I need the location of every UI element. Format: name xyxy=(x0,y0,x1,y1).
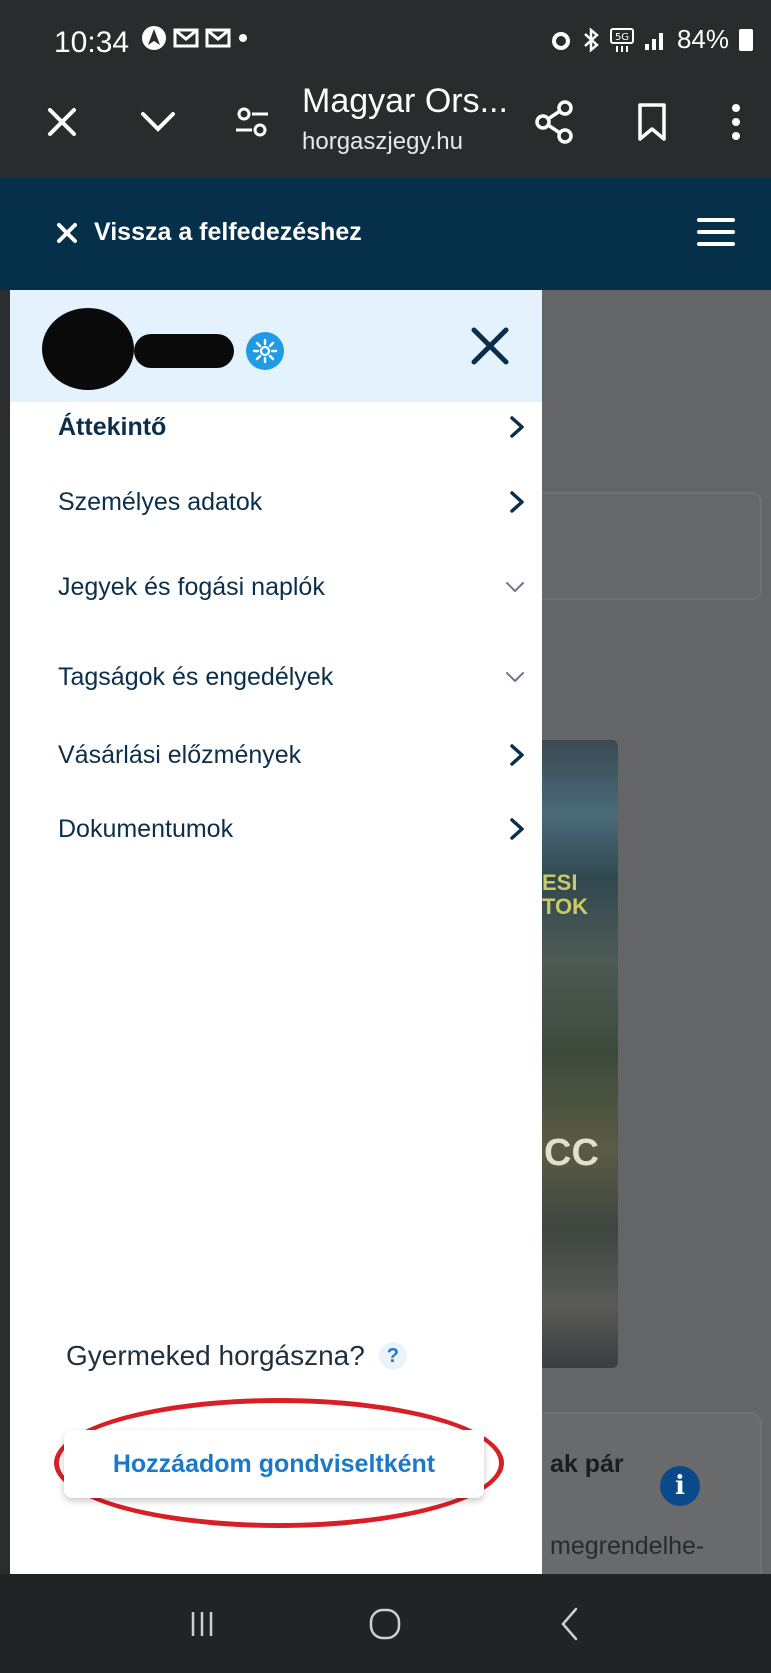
menu-item[interactable]: Dokumentumok xyxy=(58,812,526,846)
status-time: 10:34 xyxy=(54,26,130,59)
user-name-redacted xyxy=(134,334,234,368)
battery-percent: 84% xyxy=(676,24,729,54)
signal-icon xyxy=(644,32,663,50)
menu-item[interactable]: Áttekintő xyxy=(58,410,526,444)
menu-item-label: Személyes adatok xyxy=(58,487,263,516)
status-notification-icons xyxy=(140,24,250,52)
magazine-text: CC xyxy=(544,1132,599,1174)
page-title: Magyar Ors... xyxy=(302,82,508,120)
site-settings-icon[interactable] xyxy=(230,100,274,144)
magazine-text: ESI xyxy=(542,870,578,895)
child-fishing-question: Gyermeked horgászna? ? xyxy=(66,1340,407,1372)
status-system-icons: 5G 84% xyxy=(549,24,753,55)
system-navigation-bar xyxy=(0,1574,771,1673)
menu-item[interactable]: Jegyek és fogási naplók xyxy=(58,570,526,604)
chevron-down-icon xyxy=(506,672,524,682)
drawer-header xyxy=(10,290,542,402)
chevron-right-icon xyxy=(510,818,524,840)
chevron-right-icon xyxy=(510,491,524,513)
question-text: Gyermeked horgászna? xyxy=(66,1340,365,1371)
gmail-icon xyxy=(173,28,199,48)
minimize-tab-icon[interactable] xyxy=(136,100,180,144)
chevron-right-icon xyxy=(510,744,524,766)
gmail-icon xyxy=(205,28,231,48)
back-icon[interactable] xyxy=(544,1599,594,1649)
menu-item-label: Dokumentumok xyxy=(58,814,234,843)
dot-icon xyxy=(239,34,247,42)
5g-icon: 5G xyxy=(609,27,634,52)
more-options-icon[interactable] xyxy=(716,98,756,146)
alarm-icon xyxy=(551,31,570,50)
hamburger-menu-icon[interactable] xyxy=(697,218,735,246)
close-drawer-icon[interactable] xyxy=(464,320,516,372)
dimmed-background-page[interactable]: ESI TOK CC xyxy=(542,290,771,1574)
magazine-text: TOK xyxy=(542,894,589,919)
close-icon xyxy=(57,222,77,243)
share-icon[interactable] xyxy=(530,98,578,146)
background-card xyxy=(542,492,762,600)
help-icon[interactable]: ? xyxy=(378,1342,407,1370)
gear-icon[interactable] xyxy=(246,332,284,370)
menu-item-label: Tagságok és engedélyek xyxy=(58,662,334,691)
background-card-text: megrendelhe- xyxy=(550,1532,705,1560)
add-as-guardian-button[interactable]: Hozzáadom gondviseltként xyxy=(64,1430,484,1498)
svg-text:5G: 5G xyxy=(615,32,629,43)
back-link-label: Vissza a felfedezéshez xyxy=(94,218,362,246)
bookmark-icon[interactable] xyxy=(628,98,676,146)
avatar xyxy=(42,308,134,390)
magazine-cover-image: ESI TOK CC xyxy=(542,740,618,1368)
chevron-down-icon xyxy=(506,582,524,592)
bluetooth-icon xyxy=(584,26,599,53)
menu-item-label: Áttekintő xyxy=(58,412,167,441)
chevron-right-icon xyxy=(510,416,524,438)
menu-item[interactable]: Személyes adatok xyxy=(58,485,526,519)
browser-toolbar: Magyar Ors... horgaszjegy.hu xyxy=(0,70,771,178)
navigation-icon xyxy=(142,26,166,50)
page-url: horgaszjegy.hu xyxy=(302,128,463,155)
menu-item-label: Jegyek és fogási naplók xyxy=(58,572,325,601)
menu-item[interactable]: Vásárlási előzmények xyxy=(58,738,526,772)
info-icon: i xyxy=(660,1466,700,1506)
home-icon[interactable] xyxy=(360,1599,410,1649)
status-bar: 10:34 5G 84% xyxy=(0,0,771,70)
page-header: Vissza a felfedezéshez xyxy=(0,178,771,290)
menu-item[interactable]: Tagságok és engedélyek xyxy=(58,660,526,694)
background-card-title: ak pár xyxy=(550,1450,624,1478)
menu-item-label: Vásárlási előzmények xyxy=(58,740,302,769)
back-to-explore-link[interactable]: Vissza a felfedezéshez xyxy=(56,218,362,247)
close-tab-icon[interactable] xyxy=(40,100,84,144)
account-drawer: Áttekintő Személyes adatok Jegyek és fogás… xyxy=(10,290,542,1574)
battery-icon xyxy=(739,28,753,51)
recent-apps-icon[interactable] xyxy=(177,1599,227,1649)
